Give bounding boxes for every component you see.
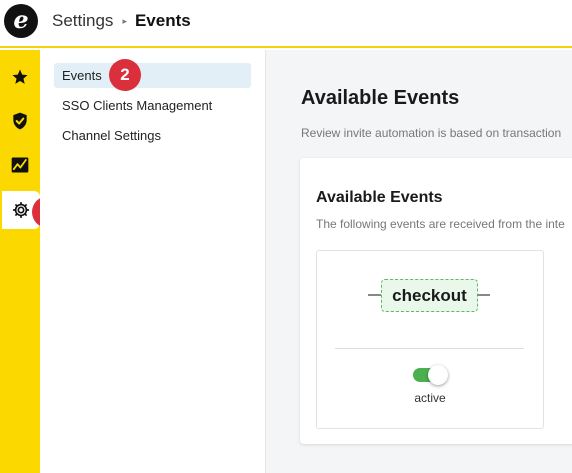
breadcrumb-separator-icon: ▸ [122,15,127,26]
app-logo[interactable]: e [4,4,38,38]
subnav-item-label: Events [62,68,102,83]
star-icon [12,69,28,84]
trending-chart-icon [11,157,29,173]
icon-rail [0,50,40,473]
logo-letter: e [13,5,29,34]
breadcrumb: Settings ▸ Events [52,11,191,31]
subnav-item-label: Channel Settings [62,128,162,143]
event-chip[interactable]: checkout [381,279,478,312]
subnav-item-events[interactable]: Events [54,63,251,88]
shield-check-icon [13,112,27,130]
breadcrumb-current-page: Events [134,11,191,30]
subnav-item-label: SSO Clients Management [62,98,213,113]
subnav-item-sso-clients[interactable]: SSO Clients Management [54,93,251,118]
event-tile-checkout: checkout active [316,250,544,429]
connector-left [368,294,381,296]
connector-right [477,294,490,296]
step-badge-2: 2 [109,59,141,91]
top-header: e Settings ▸ Events [0,0,572,48]
gear-icon [13,202,29,218]
rail-item-analytics[interactable] [0,146,40,184]
event-status-label: active [414,391,446,405]
rail-item-favorites[interactable] [0,58,40,96]
page-description: Review invite automation is based on tra… [301,126,562,140]
card-description: The following events are received from t… [316,217,565,231]
settings-subnav: Events SSO Clients Management Channel Se… [40,50,266,473]
available-events-card: Available Events The following events ar… [300,158,572,444]
divider [335,348,524,349]
breadcrumb-settings[interactable]: Settings [52,11,113,31]
page-title: Available Events [301,87,460,109]
toggle-knob [428,365,448,385]
event-active-toggle[interactable] [412,365,448,385]
rail-item-security[interactable] [0,102,40,140]
main-content: Available Events Review invite automatio… [266,50,572,473]
subnav-item-channel-settings[interactable]: Channel Settings [54,123,251,148]
card-title: Available Events [316,189,443,206]
